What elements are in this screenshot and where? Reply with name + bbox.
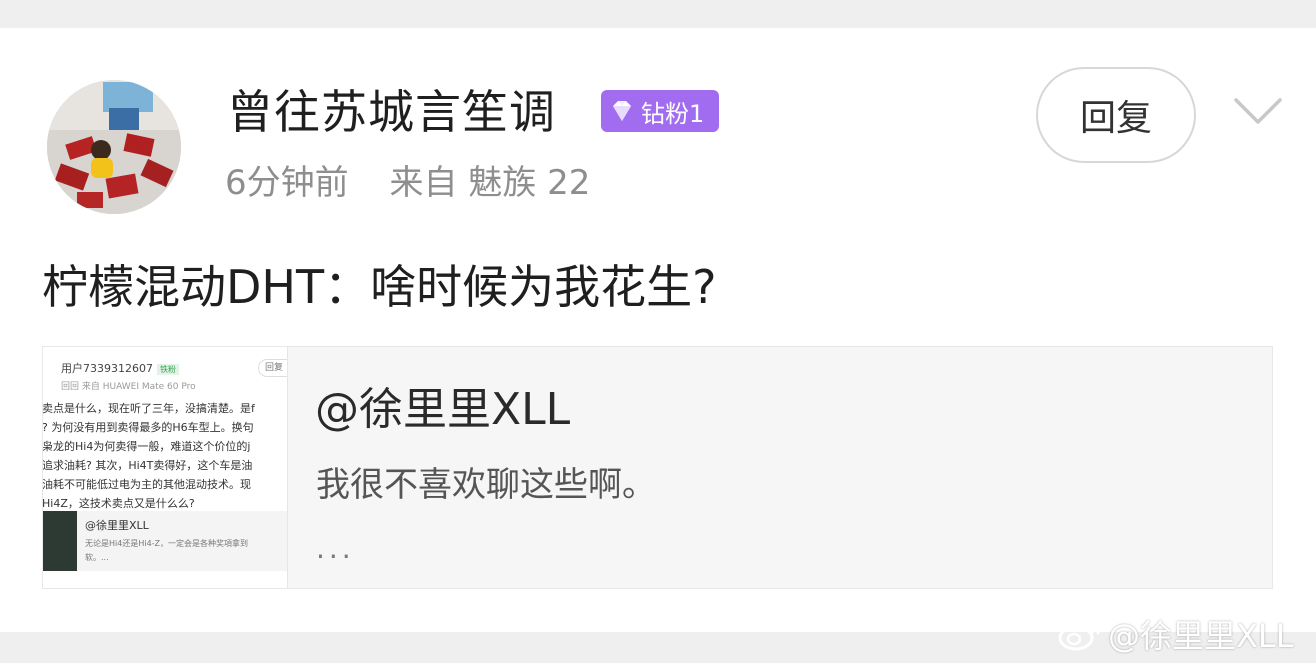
username[interactable]: 曾往苏城言笙调 [227, 84, 556, 140]
quoted-author[interactable]: @徐里里XLL [315, 383, 570, 437]
thumbnail-inner-image [43, 511, 77, 571]
fan-level-badge[interactable]: 钻粉1 [601, 90, 719, 132]
watermark: @徐里里XLL [1058, 610, 1294, 658]
reply-button[interactable]: 回复 [1036, 67, 1196, 163]
thumbnail-reply-button: 回复 [258, 359, 287, 377]
post-meta: 6分钟前 来自 魅族 22 [225, 161, 590, 205]
badge-label: 钻粉1 [641, 99, 705, 128]
thumbnail-inner-text: 无论是Hi4还是Hi4-Z，一定会是各种奖項拿到 软。... [85, 539, 249, 562]
diamond-icon [607, 96, 637, 126]
timestamp: 6分钟前 [225, 163, 349, 203]
quoted-post-thumbnail: 用户7339312607 铁粉 回回 来自 HUAWEI Mate 60 Pro … [43, 347, 288, 588]
thumbnail-inner-author: @徐里里XLL [85, 519, 149, 532]
avatar[interactable] [47, 80, 181, 214]
watermark-text: @徐里里XLL [1108, 617, 1294, 655]
weibo-icon [1058, 619, 1100, 651]
thumbnail-inner-quote: @徐里里XLL 无论是Hi4还是Hi4-Z，一定会是各种奖項拿到 软。... [43, 511, 287, 571]
top-divider [0, 0, 1316, 28]
quoted-text: 我很不喜欢聊这些啊。 [316, 465, 656, 505]
thumbnail-meta: 回回 来自 HUAWEI Mate 60 Pro [61, 382, 196, 392]
thumbnail-user-tag: 铁粉 [157, 364, 179, 375]
chevron-down-icon[interactable] [1230, 92, 1286, 132]
ellipsis-icon: ... [316, 532, 355, 565]
thumbnail-username: 用户7339312607 铁粉 [61, 360, 179, 376]
quoted-post-card[interactable]: 用户7339312607 铁粉 回回 来自 HUAWEI Mate 60 Pro … [42, 346, 1273, 589]
device-source: 来自 魅族 22 [389, 163, 591, 203]
comment-text: 柠檬混动DHT：啥时候为我花生? [42, 260, 717, 314]
thumbnail-body: 卖点是什么，现在听了三年，没搞清楚。是f ? 为何没有用到卖得最多的H6车型上。… [43, 402, 255, 510]
